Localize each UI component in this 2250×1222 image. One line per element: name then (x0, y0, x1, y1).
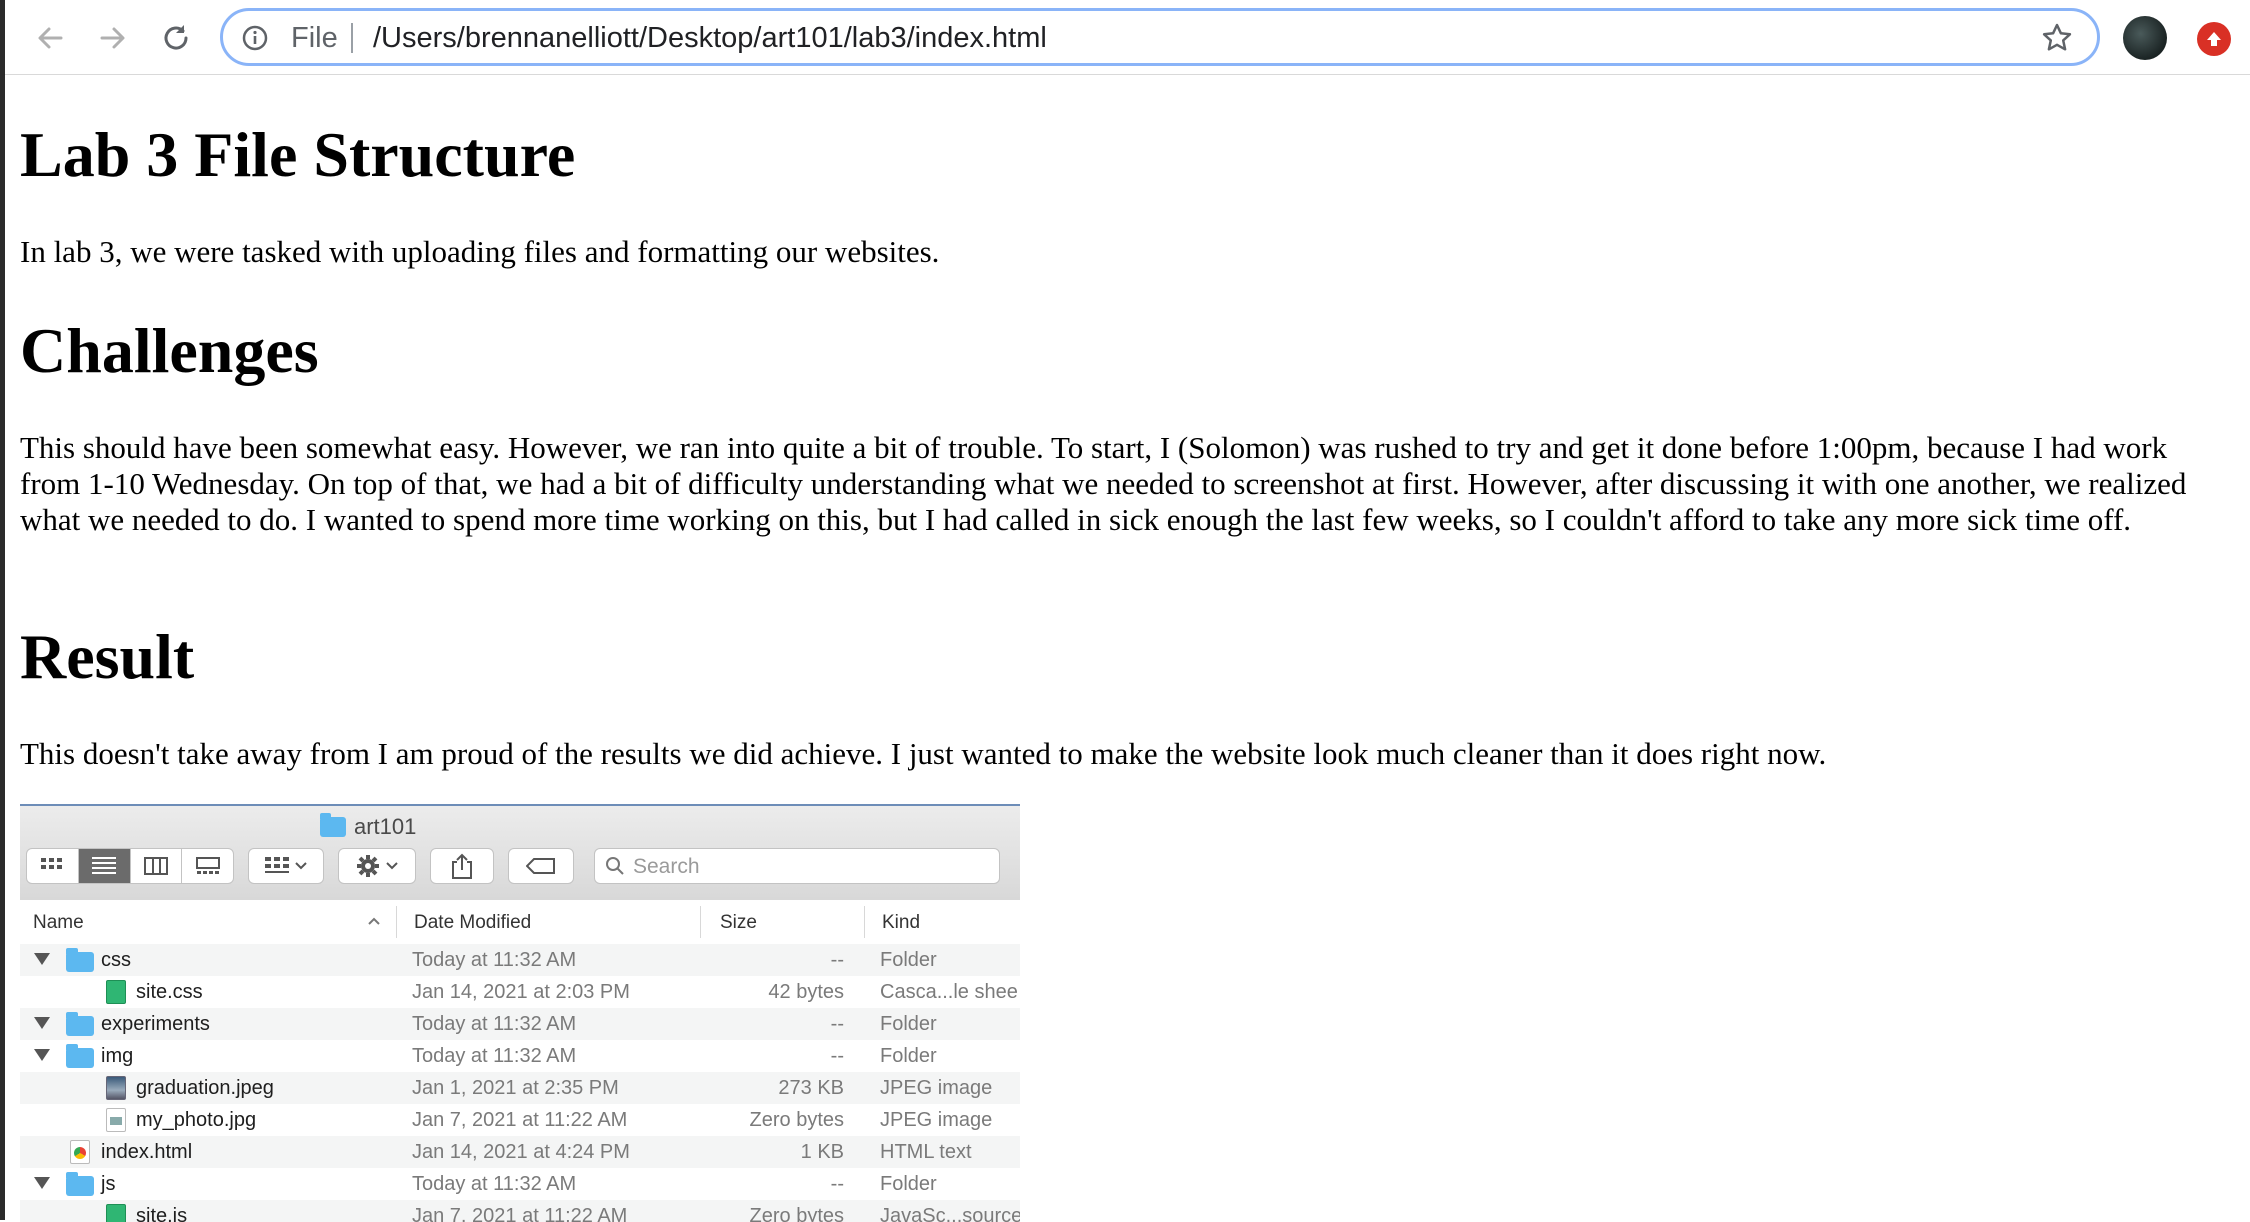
disclosure-triangle-icon[interactable] (34, 1017, 50, 1029)
gear-icon (357, 855, 379, 877)
list-view-button[interactable] (78, 849, 131, 883)
column-view-button[interactable] (131, 849, 183, 883)
list-icon (92, 857, 117, 874)
search-input[interactable]: Search (594, 848, 1000, 884)
result-heading: Result (20, 621, 195, 692)
size-column-header[interactable]: Size (720, 912, 757, 934)
finder-screenshot: art101 Search Name Date Modified Size Ki… (20, 804, 1020, 1222)
sort-ascending-icon (368, 917, 380, 925)
table-row[interactable]: site.css Jan 14, 2021 at 2:03 PM 42 byte… (20, 976, 1020, 1008)
folder-icon (66, 1012, 94, 1036)
folder-icon (320, 813, 346, 837)
kind-column-header[interactable]: Kind (882, 912, 920, 934)
table-row[interactable]: js Today at 11:32 AM -- Folder (20, 1168, 1020, 1200)
reload-icon (164, 25, 188, 50)
view-mode-segment[interactable] (26, 848, 234, 884)
disclosure-triangle-icon[interactable] (34, 1049, 50, 1061)
js-file-icon (106, 1204, 126, 1222)
url-text[interactable]: /Users/brennanelliott/Desktop/art101/lab… (373, 22, 1047, 55)
table-row[interactable]: experiments Today at 11:32 AM -- Folder (20, 1008, 1020, 1040)
group-icon (265, 857, 289, 873)
url-separator (351, 23, 353, 53)
share-button[interactable] (430, 848, 494, 884)
avatar[interactable] (2123, 16, 2167, 60)
challenges-heading: Challenges (20, 315, 319, 386)
image-file-icon (106, 1108, 126, 1132)
reload-button[interactable] (156, 18, 196, 58)
share-icon (452, 853, 472, 879)
table-row[interactable]: css Today at 11:32 AM -- Folder (20, 944, 1020, 976)
gallery-icon (195, 857, 220, 874)
finder-title-text: art101 (354, 814, 417, 839)
back-button[interactable] (30, 18, 70, 58)
gallery-view-button[interactable] (182, 849, 233, 883)
chevron-down-icon (386, 862, 398, 870)
chevron-down-icon (295, 862, 307, 870)
column-header: Name Date Modified Size Kind (20, 900, 1020, 945)
table-row[interactable]: site.js Jan 7, 2021 at 11:22 AM Zero byt… (20, 1200, 1020, 1222)
columns-icon (143, 857, 168, 875)
folder-icon (66, 948, 94, 972)
folder-icon (66, 1172, 94, 1196)
tag-icon (526, 858, 555, 874)
html-file-icon (70, 1140, 90, 1164)
grid-icon (41, 858, 63, 869)
url-scheme-label: File (291, 22, 338, 54)
tags-button[interactable] (508, 848, 574, 884)
table-row[interactable]: graduation.jpeg Jan 1, 2021 at 2:35 PM 2… (20, 1072, 1020, 1104)
name-column-header[interactable]: Name (33, 912, 84, 934)
disclosure-triangle-icon[interactable] (34, 1177, 50, 1189)
window-edge (0, 0, 5, 1220)
browser-toolbar: File /Users/brennanelliott/Desktop/art10… (5, 0, 2250, 75)
forward-button[interactable] (93, 18, 133, 58)
forward-icon (100, 27, 125, 49)
css-file-icon (106, 980, 126, 1004)
group-button[interactable] (248, 848, 324, 884)
star-icon[interactable] (2041, 22, 2073, 54)
disclosure-triangle-icon[interactable] (34, 953, 50, 965)
update-icon[interactable] (2197, 22, 2231, 56)
page-title: Lab 3 File Structure (20, 119, 576, 190)
table-row[interactable]: img Today at 11:32 AM -- Folder (20, 1040, 1020, 1072)
file-list: css Today at 11:32 AM -- Folder site.css… (20, 944, 1020, 1222)
result-paragraph: This doesn't take away from I am proud o… (20, 736, 1827, 771)
icon-view-button[interactable] (27, 849, 79, 883)
address-bar[interactable]: File /Users/brennanelliott/Desktop/art10… (220, 8, 2100, 66)
search-icon (606, 857, 624, 875)
image-file-icon (106, 1076, 126, 1100)
date-column-header[interactable]: Date Modified (414, 912, 531, 934)
info-icon[interactable] (241, 24, 269, 52)
finder-toolbar: art101 Search (20, 806, 1020, 901)
action-button[interactable] (338, 848, 416, 884)
table-row[interactable]: index.html Jan 14, 2021 at 4:24 PM 1 KB … (20, 1136, 1020, 1168)
challenges-paragraph: This should have been somewhat easy. How… (20, 430, 2187, 537)
finder-title: art101 (320, 813, 417, 840)
folder-icon (66, 1044, 94, 1068)
back-icon (38, 27, 63, 49)
table-row[interactable]: my_photo.jpg Jan 7, 2021 at 11:22 AM Zer… (20, 1104, 1020, 1136)
search-placeholder: Search (633, 855, 700, 878)
intro-paragraph: In lab 3, we were tasked with uploading … (20, 234, 940, 269)
